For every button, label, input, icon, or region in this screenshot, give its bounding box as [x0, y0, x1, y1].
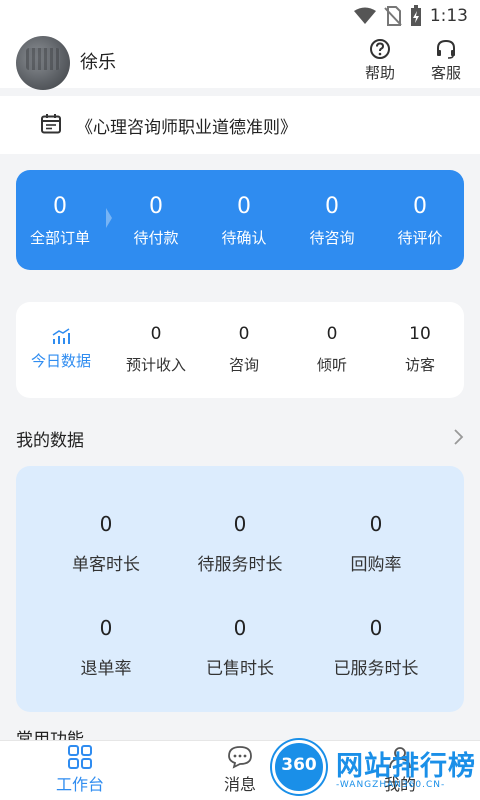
no-sim-icon — [384, 6, 402, 26]
order-label: 全部订单 — [29, 229, 90, 247]
help-label: 帮助 — [364, 64, 395, 82]
my-data-value: 0 — [369, 512, 383, 536]
calendar-icon — [41, 114, 61, 134]
my-data-value: 0 — [233, 512, 247, 536]
today-label: 倾听 — [316, 356, 347, 374]
my-data-value: 0 — [99, 512, 113, 536]
watermark: 360 网站排行榜 -WANGZHAN360.CN- — [270, 738, 476, 798]
my-data-item[interactable]: 0 单客时长 — [36, 512, 176, 575]
order-label: 待付款 — [133, 229, 179, 247]
question-circle-icon — [370, 39, 390, 59]
wifi-icon — [353, 7, 376, 24]
grid-icon — [68, 745, 92, 769]
tab-messages-label: 消息 — [223, 775, 256, 794]
battery-charging-icon — [410, 5, 421, 26]
order-count: 0 — [53, 194, 67, 219]
ethics-notice[interactable]: 《心理咨询师职业道德准则》 — [0, 96, 480, 154]
today-expected-income[interactable]: 0 预计收入 — [112, 302, 200, 398]
username: 徐乐 — [80, 52, 116, 73]
tab-workbench[interactable]: 工作台 — [40, 745, 120, 795]
tab-workbench-label: 工作台 — [55, 775, 104, 794]
today-visitors[interactable]: 10 访客 — [376, 302, 464, 398]
customer-service-button[interactable]: 客服 — [424, 38, 468, 83]
my-data-value: 0 — [99, 616, 113, 640]
today-label: 预计收入 — [125, 356, 186, 374]
today-value: 0 — [326, 324, 338, 344]
my-data-item[interactable]: 0 退单率 — [36, 616, 176, 679]
order-count: 0 — [237, 194, 251, 219]
today-tab-label: 今日数据 — [30, 352, 91, 370]
help-button[interactable]: 帮助 — [358, 38, 402, 83]
my-data-label: 退单率 — [80, 659, 132, 679]
today-value: 0 — [150, 324, 162, 344]
my-data-label: 已售时长 — [206, 659, 274, 679]
order-pending-review[interactable]: 0 待评价 — [376, 170, 464, 270]
today-consult[interactable]: 0 咨询 — [200, 302, 288, 398]
my-data-item[interactable]: 0 已服务时长 — [306, 616, 446, 679]
my-data-item[interactable]: 0 已售时长 — [170, 616, 310, 679]
common-functions-title: 常用功能 — [16, 730, 84, 740]
order-pending-consult[interactable]: 0 待咨询 — [288, 170, 376, 270]
my-data-item[interactable]: 0 待服务时长 — [170, 512, 310, 575]
order-pending-confirm[interactable]: 0 待确认 — [200, 170, 288, 270]
order-status-panel: 0 全部订单 0 待付款 0 待确认 0 待咨询 0 待评价 — [16, 170, 464, 270]
my-data-label: 已服务时长 — [333, 659, 419, 679]
my-data-value: 0 — [369, 616, 383, 640]
profile-header: 徐乐 帮助 客服 — [0, 32, 480, 90]
my-data-label: 回购率 — [350, 555, 402, 575]
watermark-badge-text: 360 — [281, 755, 317, 775]
today-label: 咨询 — [228, 356, 259, 374]
order-count: 0 — [413, 194, 427, 219]
tab-messages[interactable]: 消息 — [200, 745, 280, 795]
order-count: 0 — [325, 194, 339, 219]
today-data-tab[interactable]: 今日数据 — [16, 302, 106, 398]
order-pending-payment[interactable]: 0 待付款 — [112, 170, 200, 270]
my-data-item[interactable]: 0 回购率 — [306, 512, 446, 575]
service-label: 客服 — [430, 64, 461, 82]
headset-icon — [437, 39, 455, 59]
order-label: 待评价 — [397, 229, 443, 247]
order-label: 待咨询 — [309, 229, 355, 247]
today-label: 访客 — [404, 356, 435, 374]
my-data-panel: 0 单客时长 0 待服务时长 0 回购率 0 退单率 0 已售时长 0 已服务时… — [16, 466, 464, 712]
today-value: 10 — [409, 324, 431, 344]
my-data-label: 待服务时长 — [197, 555, 283, 575]
chart-trend-icon — [52, 328, 70, 344]
watermark-url: -WANGZHAN360.CN- — [336, 780, 446, 790]
my-data-value: 0 — [233, 616, 247, 640]
status-icons: 1:13 — [353, 4, 468, 28]
chat-bubble-icon — [228, 746, 252, 769]
today-value: 0 — [238, 324, 250, 344]
status-time: 1:13 — [429, 6, 468, 26]
today-data-panel: 今日数据 0 预计收入 0 咨询 0 倾听 10 访客 — [16, 302, 464, 398]
status-bar: 1:13 — [0, 0, 480, 32]
chevron-right-icon[interactable] — [452, 428, 464, 446]
order-label: 待确认 — [221, 229, 267, 247]
watermark-title: 网站排行榜 — [336, 751, 476, 782]
my-data-label: 单客时长 — [72, 555, 140, 575]
my-data-title: 我的数据 — [16, 431, 84, 451]
notice-text: 《心理咨询师职业道德准则》 — [76, 118, 297, 138]
order-all[interactable]: 0 全部订单 — [16, 170, 104, 270]
order-count: 0 — [149, 194, 163, 219]
avatar[interactable] — [16, 36, 70, 90]
today-listen[interactable]: 0 倾听 — [288, 302, 376, 398]
